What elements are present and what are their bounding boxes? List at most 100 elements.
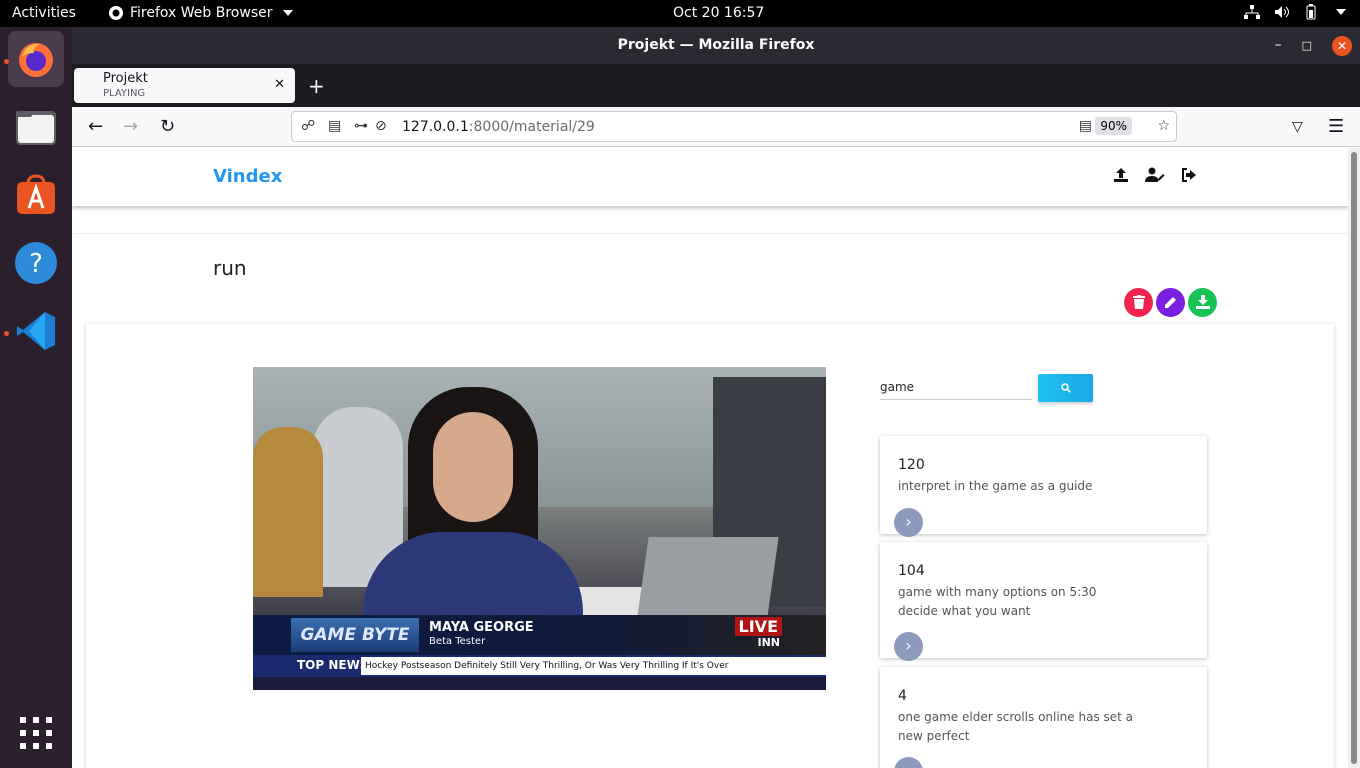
result-timestamp: 120 xyxy=(898,457,925,473)
activities-button[interactable]: Activities xyxy=(12,5,76,21)
system-menu-chevron-icon xyxy=(1336,9,1346,15)
system-tray[interactable] xyxy=(1244,4,1346,20)
page-scrollbar[interactable] xyxy=(1348,148,1360,768)
tab-projekt[interactable]: Projekt PLAYING ✕ xyxy=(74,68,295,103)
search-icon xyxy=(1060,383,1071,393)
app-menu[interactable]: Firefox Web Browser xyxy=(108,5,293,21)
transcript-search-input[interactable] xyxy=(880,374,1032,400)
back-icon[interactable]: ← xyxy=(88,116,103,137)
video-face-shape xyxy=(433,412,513,522)
video-background-person xyxy=(253,427,323,597)
running-indicator xyxy=(4,331,9,336)
pencil-icon xyxy=(1164,297,1176,308)
hamburger-menu-icon[interactable]: ☰ xyxy=(1328,116,1344,137)
show-apps-icon xyxy=(20,717,52,749)
dock-firefox[interactable] xyxy=(8,31,64,87)
video-bottom-bar xyxy=(253,677,826,690)
network-icon xyxy=(1244,5,1260,19)
svg-text:?: ? xyxy=(29,249,43,279)
trash-icon xyxy=(1132,295,1145,309)
system-top-bar: Activities Firefox Web Browser Oct 20 16… xyxy=(0,0,1360,27)
reload-icon[interactable]: ↻ xyxy=(160,116,175,137)
volume-icon xyxy=(1275,6,1289,18)
video-network-logo: INN xyxy=(757,636,780,649)
url-bar[interactable]: ☍ ▤ ⊶ ⊘ 127.0.0.1:8000/material/29 ▤ 90%… xyxy=(291,111,1177,142)
firefox-icon xyxy=(19,43,53,77)
dock-files[interactable] xyxy=(8,99,64,155)
firefox-window: Projekt — Mozilla Firefox – □ ✕ Projekt … xyxy=(72,27,1360,768)
result-card: 120 interpret in the game as a guide › xyxy=(880,436,1207,537)
maximize-icon[interactable]: □ xyxy=(1302,27,1312,64)
video-person-name: MAYA GEORGE xyxy=(429,620,534,635)
download-button[interactable] xyxy=(1188,288,1217,317)
logout-icon[interactable] xyxy=(1181,167,1197,183)
vscode-icon xyxy=(17,312,55,350)
result-text: interpret in the game as a guide xyxy=(898,479,1093,493)
dock: ? xyxy=(0,27,72,768)
firefox-small-icon xyxy=(109,6,123,20)
tracking-shield-icon[interactable]: ☍ xyxy=(301,118,315,134)
chevron-right-icon: › xyxy=(905,512,912,531)
permissions-icon[interactable]: ⊶ xyxy=(354,118,368,134)
minimize-icon[interactable]: – xyxy=(1275,27,1282,64)
tab-title: Projekt xyxy=(103,71,148,86)
app-menu-label: Firefox Web Browser xyxy=(130,5,273,21)
window-titlebar[interactable]: Projekt — Mozilla Firefox – □ ✕ xyxy=(72,27,1360,64)
page-info-icon[interactable]: ▤ xyxy=(328,118,341,134)
software-icon xyxy=(17,174,55,214)
upload-icon[interactable] xyxy=(1113,167,1129,183)
new-tab-icon[interactable]: + xyxy=(308,74,325,98)
close-icon[interactable]: ✕ xyxy=(1332,35,1352,56)
reader-view-icon[interactable]: ▤ xyxy=(1079,118,1092,134)
search-button[interactable] xyxy=(1038,374,1093,402)
chevron-right-icon: › xyxy=(905,636,912,655)
download-icon xyxy=(1195,295,1210,309)
divider xyxy=(72,233,1348,234)
material-card: GAME BYTE MAYA GEORGE Beta Tester LIVE I… xyxy=(86,324,1334,768)
scrollbar-thumb[interactable] xyxy=(1351,152,1357,764)
dock-software[interactable] xyxy=(8,167,64,223)
ticker-label: TOP NEWS xyxy=(297,658,369,672)
result-timestamp: 104 xyxy=(898,563,925,579)
url-host: 127.0.0.1 xyxy=(402,119,469,135)
video-live-badge: LIVE xyxy=(734,617,782,636)
ticker-text: Hockey Postseason Definitely Still Very … xyxy=(361,657,826,675)
url-path: :8000/material/29 xyxy=(468,119,595,135)
chevron-down-icon xyxy=(282,10,293,16)
running-indicator xyxy=(4,59,9,64)
jump-to-button[interactable]: › xyxy=(894,508,923,537)
result-timestamp: 4 xyxy=(898,688,907,704)
bookmark-star-icon[interactable]: ☆ xyxy=(1157,118,1170,134)
delete-button[interactable] xyxy=(1124,288,1153,317)
tab-strip: Projekt PLAYING ✕ + xyxy=(72,64,1360,107)
show-apps-button[interactable] xyxy=(8,705,64,761)
web-page: Vindex run GAME BYTE MAYA GEORGE Beta Te… xyxy=(72,148,1348,768)
help-icon: ? xyxy=(15,242,57,284)
app-header: Vindex xyxy=(72,148,1348,206)
jump-to-button[interactable]: › xyxy=(894,757,923,768)
video-player[interactable]: GAME BYTE MAYA GEORGE Beta Tester LIVE I… xyxy=(253,367,826,690)
dock-vscode[interactable] xyxy=(8,303,64,359)
jump-to-button[interactable]: › xyxy=(894,632,923,661)
video-lower-third: GAME BYTE MAYA GEORGE Beta Tester LIVE I… xyxy=(253,615,826,655)
url-text: 127.0.0.1:8000/material/29 xyxy=(402,119,595,135)
material-title: run xyxy=(213,256,247,280)
result-text: game with many options on 5:30 decide wh… xyxy=(898,585,1097,618)
tab-status: PLAYING xyxy=(103,88,146,99)
pocket-icon[interactable]: ▽ xyxy=(1292,119,1303,135)
user-edit-icon[interactable] xyxy=(1145,167,1165,183)
clock[interactable]: Oct 20 16:57 xyxy=(673,5,764,21)
brand-logo[interactable]: Vindex xyxy=(213,166,282,187)
video-laptop-shape xyxy=(637,537,779,617)
result-card: 104 game with many options on 5:30 decid… xyxy=(880,542,1207,661)
tab-close-icon[interactable]: ✕ xyxy=(274,77,285,92)
camera-blocked-icon[interactable]: ⊘ xyxy=(375,118,387,134)
video-person-role: Beta Tester xyxy=(429,636,486,647)
edit-button[interactable] xyxy=(1156,288,1185,317)
forward-icon[interactable]: → xyxy=(123,116,138,137)
dock-help[interactable]: ? xyxy=(8,235,64,291)
files-icon xyxy=(16,111,56,145)
zoom-indicator[interactable]: 90% xyxy=(1095,117,1132,135)
battery-icon xyxy=(1306,4,1316,20)
navigation-toolbar: ← → ↻ ☍ ▤ ⊶ ⊘ 127.0.0.1:8000/material/29… xyxy=(72,107,1360,147)
